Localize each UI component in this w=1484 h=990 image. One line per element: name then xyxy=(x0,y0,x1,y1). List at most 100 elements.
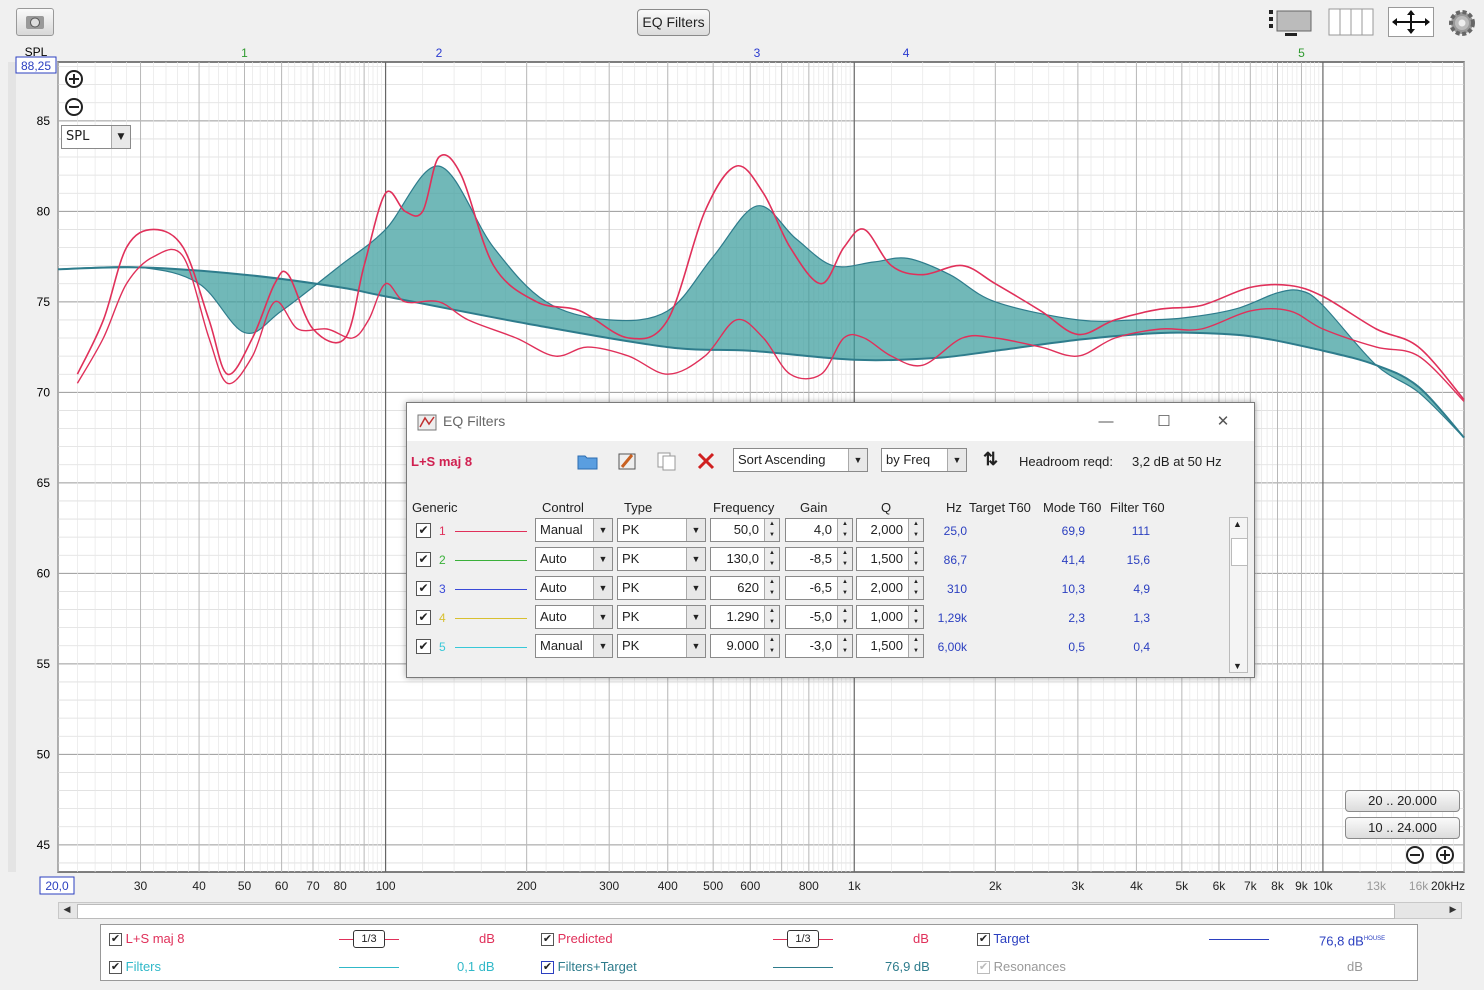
filter-marker[interactable]: 5 xyxy=(1298,46,1305,60)
maximize-icon[interactable]: ☐ xyxy=(1149,411,1179,433)
spinner-icon[interactable]: ▲ ▼ xyxy=(837,519,852,541)
check-icon[interactable]: ✔ xyxy=(109,933,122,947)
gain-input[interactable]: 4,0 ▲ ▼ xyxy=(785,518,853,542)
smoothing-button[interactable]: 1/3 xyxy=(787,930,819,948)
check-icon[interactable]: ✔ xyxy=(109,961,122,975)
spinner-icon[interactable]: ▲ ▼ xyxy=(908,606,923,628)
legend-target[interactable]: ✔ Target xyxy=(977,929,1030,949)
q-input[interactable]: 2,000 ▲ ▼ xyxy=(856,576,924,600)
control-select[interactable]: Manual ▼ xyxy=(535,634,613,658)
filter-row: ✔ 5 Manual ▼ PK ▼ 9.000 ▲ ▼ -3,0 ▲ ▼ 1,500 ▲ ▼ 6,00k 0,5… xyxy=(407,634,1237,663)
scroll-down-icon[interactable]: ▼ xyxy=(1233,661,1242,671)
zoom-out-icon[interactable] xyxy=(65,98,83,116)
legend-filters[interactable]: ✔ Filters xyxy=(109,957,161,977)
sort-direction-icon[interactable]: ⇅ xyxy=(983,449,998,470)
filter-marker[interactable]: 4 xyxy=(903,46,910,60)
spinner-icon[interactable]: ▲ ▼ xyxy=(764,548,779,570)
edit-icon[interactable] xyxy=(616,450,640,472)
sort-by-select[interactable]: by Freq ▼ xyxy=(881,448,967,472)
copy-icon[interactable] xyxy=(655,450,679,472)
frequency-input[interactable]: 50,0 ▲ ▼ xyxy=(710,518,780,542)
delete-icon[interactable] xyxy=(695,450,719,472)
smoothing-button[interactable]: 1/3 xyxy=(353,930,385,948)
sort-select[interactable]: Sort Ascending ▼ xyxy=(733,448,868,472)
legend-resonances[interactable]: ✔ Resonances xyxy=(977,957,1066,977)
gain-input[interactable]: -5,0 ▲ ▼ xyxy=(785,605,853,629)
spinner-icon[interactable]: ▲ ▼ xyxy=(908,519,923,541)
close-icon[interactable]: ✕ xyxy=(1208,411,1238,433)
check-icon[interactable]: ✔ xyxy=(416,581,431,596)
q-input[interactable]: 2,000 ▲ ▼ xyxy=(856,518,924,542)
spinner-icon[interactable]: ▲ ▼ xyxy=(837,548,852,570)
gain-input[interactable]: -3,0 ▲ ▼ xyxy=(785,634,853,658)
type-select[interactable]: PK ▼ xyxy=(617,576,706,600)
zoom-in-icon[interactable] xyxy=(65,70,83,88)
type-select[interactable]: PK ▼ xyxy=(617,634,706,658)
graph-mode-select[interactable]: SPL ▼ xyxy=(61,125,131,149)
spinner-icon[interactable]: ▲ ▼ xyxy=(837,635,852,657)
minimize-icon[interactable]: — xyxy=(1091,411,1121,433)
gain-input[interactable]: -8,5 ▲ ▼ xyxy=(785,547,853,571)
scroll-left-icon[interactable]: ◀ xyxy=(59,903,75,918)
zoom-in-icon[interactable] xyxy=(1436,846,1454,864)
filter-marker[interactable]: 1 xyxy=(241,46,248,60)
spinner-icon[interactable]: ▲ ▼ xyxy=(764,606,779,628)
zoom-range-20-20000-button[interactable]: 20 .. 20.000 xyxy=(1345,790,1460,812)
x-tick-label: 5k xyxy=(1175,879,1189,893)
spinner-icon[interactable]: ▲ ▼ xyxy=(764,635,779,657)
zoom-range-10-24000-button[interactable]: 10 .. 24.000 xyxy=(1345,817,1460,839)
hz-value: 6,00k xyxy=(937,640,967,654)
check-icon[interactable]: ✔ xyxy=(977,933,990,947)
frequency-input[interactable]: 1.290 ▲ ▼ xyxy=(710,605,780,629)
frequency-input[interactable]: 130,0 ▲ ▼ xyxy=(710,547,780,571)
check-icon[interactable]: ✔ xyxy=(416,552,431,567)
check-icon[interactable]: ✔ xyxy=(416,523,431,538)
scroll-thumb[interactable] xyxy=(1231,538,1248,566)
frequency-input[interactable]: 9.000 ▲ ▼ xyxy=(710,634,780,658)
control-select[interactable]: Auto ▼ xyxy=(535,576,613,600)
check-icon[interactable]: ✔ xyxy=(541,933,554,947)
type-select[interactable]: PK ▼ xyxy=(617,547,706,571)
legend-filters-target[interactable]: ✔ Filters+Target xyxy=(541,957,637,977)
legend-predicted[interactable]: ✔ Predicted xyxy=(541,929,613,949)
control-select[interactable]: Manual ▼ xyxy=(535,518,613,542)
headroom-value: 3,2 dB at 50 Hz xyxy=(1132,454,1222,469)
q-input[interactable]: 1,000 ▲ ▼ xyxy=(856,605,924,629)
check-icon[interactable]: ✔ xyxy=(416,639,431,654)
filters-scrollbar[interactable]: ▲ ▼ xyxy=(1229,517,1248,673)
legend-line xyxy=(1209,939,1269,940)
x-left-value[interactable]: 20,0 xyxy=(45,879,69,893)
check-icon[interactable]: ✔ xyxy=(541,961,554,975)
filter-marker[interactable]: 2 xyxy=(436,46,443,60)
gain-input[interactable]: -6,5 ▲ ▼ xyxy=(785,576,853,600)
frequency-input[interactable]: 620 ▲ ▼ xyxy=(710,576,780,600)
filter-color-line xyxy=(455,618,527,619)
check-icon[interactable]: ✔ xyxy=(416,610,431,625)
control-select[interactable]: Auto ▼ xyxy=(535,547,613,571)
spinner-icon[interactable]: ▲ ▼ xyxy=(908,635,923,657)
y-tick-label: 55 xyxy=(37,657,51,671)
spinner-icon[interactable]: ▲ ▼ xyxy=(837,606,852,628)
scroll-right-icon[interactable]: ▶ xyxy=(1445,903,1461,918)
q-input[interactable]: 1,500 ▲ ▼ xyxy=(856,634,924,658)
dialog-titlebar[interactable]: EQ Filters — ☐ ✕ xyxy=(407,403,1254,441)
type-select[interactable]: PK ▼ xyxy=(617,605,706,629)
spinner-icon[interactable]: ▲ ▼ xyxy=(764,519,779,541)
y-top-value[interactable]: 88,25 xyxy=(21,59,51,73)
filter-marker[interactable]: 3 xyxy=(754,46,761,60)
control-select[interactable]: Auto ▼ xyxy=(535,605,613,629)
spinner-icon[interactable]: ▲ ▼ xyxy=(764,577,779,599)
q-input[interactable]: 1,500 ▲ ▼ xyxy=(856,547,924,571)
scroll-up-icon[interactable]: ▲ xyxy=(1233,519,1242,529)
legend-measurement[interactable]: ✔ L+S maj 8 xyxy=(109,929,185,949)
spinner-icon[interactable]: ▲ ▼ xyxy=(837,577,852,599)
spinner-icon[interactable]: ▲ ▼ xyxy=(908,548,923,570)
spinner-icon[interactable]: ▲ ▼ xyxy=(908,577,923,599)
y-scrollbar[interactable] xyxy=(8,62,16,872)
type-select[interactable]: PK ▼ xyxy=(617,518,706,542)
zoom-out-icon[interactable] xyxy=(1406,846,1424,864)
folder-icon[interactable] xyxy=(576,450,600,472)
scroll-thumb[interactable] xyxy=(77,904,1395,919)
horizontal-scrollbar[interactable]: ◀ ▶ xyxy=(58,902,1462,919)
check-icon[interactable]: ✔ xyxy=(977,961,990,975)
